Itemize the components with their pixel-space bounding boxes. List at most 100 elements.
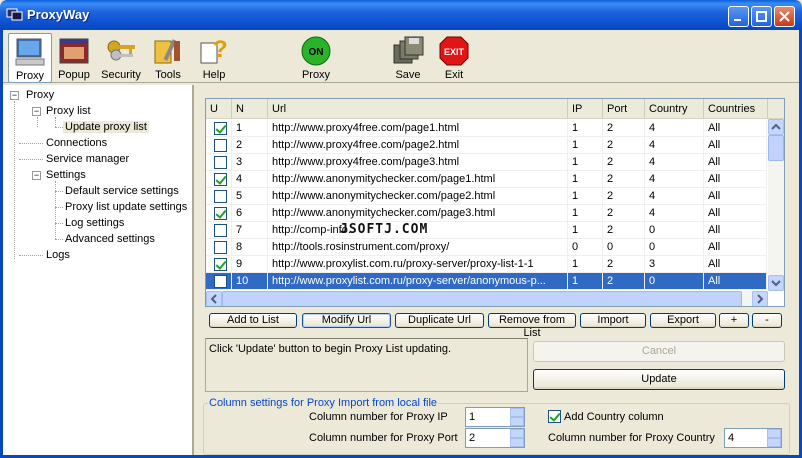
horizontal-scroll-thumb[interactable] xyxy=(222,291,742,306)
cell-country: 4 xyxy=(645,188,704,205)
table-row[interactable]: 9 http://www.proxylist.com.ru/proxy-serve… xyxy=(206,256,767,273)
spin-down-arrow[interactable] xyxy=(510,417,524,426)
toolbar-proxy-button[interactable]: Proxy xyxy=(8,33,52,83)
app-icon xyxy=(6,8,23,21)
column-header-countries[interactable]: Countries xyxy=(704,99,768,119)
spin-down-arrow[interactable] xyxy=(510,438,524,447)
scroll-up-arrow[interactable] xyxy=(768,119,784,135)
table-row[interactable]: 7 http://comp-info. 1 2 0 All xyxy=(206,222,767,239)
toolbar-popup-button[interactable]: Popup xyxy=(55,33,93,83)
tree-collapse-toggle[interactable]: − xyxy=(32,107,41,116)
toolbar-save-button[interactable]: Save xyxy=(391,33,425,83)
row-update-checkbox[interactable] xyxy=(214,139,227,152)
tree-item-default-service-settings[interactable]: Default service settings xyxy=(65,185,179,197)
cell-n: 8 xyxy=(232,239,268,256)
close-button[interactable] xyxy=(774,6,795,27)
column-header-n[interactable]: N xyxy=(232,99,268,119)
toolbar-tools-button[interactable]: Tools xyxy=(150,33,186,83)
table-row[interactable]: 5 http://www.anonymitychecker.com/page2.h… xyxy=(206,188,767,205)
scroll-down-arrow[interactable] xyxy=(768,275,784,291)
maximize-button[interactable] xyxy=(751,6,772,27)
proxy-port-column-spinner[interactable]: 2 xyxy=(465,428,525,448)
cell-country: 4 xyxy=(645,171,704,188)
table-row[interactable]: 2 http://www.proxy4free.com/page2.html 1 2 4… xyxy=(206,137,767,154)
row-update-checkbox[interactable] xyxy=(214,207,227,220)
table-row[interactable]: 10 http://www.proxylist.com.ru/proxy-serv… xyxy=(206,273,767,290)
add-row-button[interactable]: + xyxy=(719,313,749,328)
vertical-scrollbar[interactable] xyxy=(768,119,784,291)
scroll-thumb[interactable] xyxy=(768,135,784,161)
toolbar-proxy-on-button[interactable]: ON Proxy xyxy=(296,33,336,83)
table-row[interactable]: 3 http://www.proxy4free.com/page3.html 1 2 4… xyxy=(206,154,767,171)
cancel-button[interactable]: Cancel xyxy=(533,341,785,362)
modify-url-button[interactable]: Modify Url xyxy=(302,313,391,328)
tree-item-logs[interactable]: Logs xyxy=(46,249,70,261)
tree-item-advanced-settings[interactable]: Advanced settings xyxy=(65,233,155,245)
scroll-right-arrow[interactable] xyxy=(752,291,768,306)
remove-from-list-button[interactable]: Remove from List xyxy=(488,313,576,339)
spin-up-arrow[interactable] xyxy=(510,408,524,417)
tree-collapse-toggle[interactable]: − xyxy=(32,171,41,180)
row-update-checkbox[interactable] xyxy=(214,122,227,135)
table-row[interactable]: 1 http://www.proxy4free.com/page1.html 1 2 4… xyxy=(206,120,767,137)
table-row[interactable]: 4 http://www.anonymitychecker.com/page1.h… xyxy=(206,171,767,188)
row-update-checkbox[interactable] xyxy=(214,224,227,237)
remove-row-button[interactable]: - xyxy=(752,313,782,328)
spin-up-arrow[interactable] xyxy=(767,429,781,438)
column-header-country[interactable]: Country xyxy=(645,99,704,119)
table-row[interactable]: 8 http://tools.rosinstrument.com/proxy/0 0… xyxy=(206,239,767,256)
proxy-ip-column-value: 1 xyxy=(469,411,476,423)
row-update-checkbox[interactable] xyxy=(214,241,227,254)
proxy-list-grid[interactable]: U N Url IP Port Country Countries 1 http:… xyxy=(205,98,785,307)
duplicate-url-button[interactable]: Duplicate Url xyxy=(395,313,484,328)
column-header-url[interactable]: Url xyxy=(268,99,568,119)
spin-down-arrow[interactable] xyxy=(767,438,781,447)
tree-item-service-manager[interactable]: Service manager xyxy=(46,153,129,165)
tree-item-proxy[interactable]: Proxy xyxy=(26,89,54,101)
column-header-ip[interactable]: IP xyxy=(568,99,603,119)
import-button[interactable]: Import xyxy=(580,313,646,328)
chevron-right-icon xyxy=(757,294,764,304)
chevron-down-icon xyxy=(771,280,781,287)
tree-item-update-proxy-list[interactable]: Update proxy list xyxy=(63,121,149,133)
cell-ip: 1 xyxy=(568,154,603,171)
cell-country: 0 xyxy=(645,222,704,239)
table-row[interactable]: 6 http://www.anonymitychecker.com/page3.h… xyxy=(206,205,767,222)
toolbar-exit-button[interactable]: EXIT Exit xyxy=(437,33,471,83)
column-header-port[interactable]: Port xyxy=(603,99,645,119)
column-header-u[interactable]: U xyxy=(206,99,232,119)
add-country-column-checkbox[interactable] xyxy=(548,410,561,423)
tree-item-proxy-list[interactable]: Proxy list xyxy=(46,105,91,117)
row-update-checkbox[interactable] xyxy=(214,275,227,288)
toolbar-security-button[interactable]: Security xyxy=(98,33,144,83)
cell-port: 2 xyxy=(603,154,645,171)
on-switch-icon: ON xyxy=(301,36,331,66)
cell-ip: 1 xyxy=(568,205,603,222)
cell-ip: 1 xyxy=(568,171,603,188)
tree-item-proxy-list-update-settings[interactable]: Proxy list update settings xyxy=(65,201,187,213)
row-update-checkbox[interactable] xyxy=(214,258,227,271)
row-update-checkbox[interactable] xyxy=(214,156,227,169)
help-icon: ? xyxy=(200,36,228,64)
tree-connector xyxy=(55,181,56,239)
scroll-left-arrow[interactable] xyxy=(206,291,222,306)
svg-text:EXIT: EXIT xyxy=(444,47,465,57)
add-to-list-button[interactable]: Add to List xyxy=(209,313,297,328)
tree-collapse-toggle[interactable]: − xyxy=(10,91,19,100)
tree-connector xyxy=(19,143,43,144)
proxy-ip-column-spinner[interactable]: 1 xyxy=(465,407,525,427)
export-button[interactable]: Export xyxy=(650,313,716,328)
cell-u xyxy=(206,120,232,137)
minimize-button[interactable] xyxy=(728,6,749,27)
update-button[interactable]: Update xyxy=(533,369,785,390)
exit-sign-icon: EXIT xyxy=(439,36,469,66)
row-update-checkbox[interactable] xyxy=(214,173,227,186)
toolbar-help-button[interactable]: ? Help xyxy=(198,33,230,83)
row-update-checkbox[interactable] xyxy=(214,190,227,203)
tree-item-connections[interactable]: Connections xyxy=(46,137,107,149)
tree-item-log-settings[interactable]: Log settings xyxy=(65,217,124,229)
spin-up-arrow[interactable] xyxy=(510,429,524,438)
horizontal-scrollbar[interactable] xyxy=(206,291,768,306)
proxy-country-column-spinner[interactable]: 4 xyxy=(724,428,782,448)
tree-item-settings[interactable]: Settings xyxy=(46,169,86,181)
